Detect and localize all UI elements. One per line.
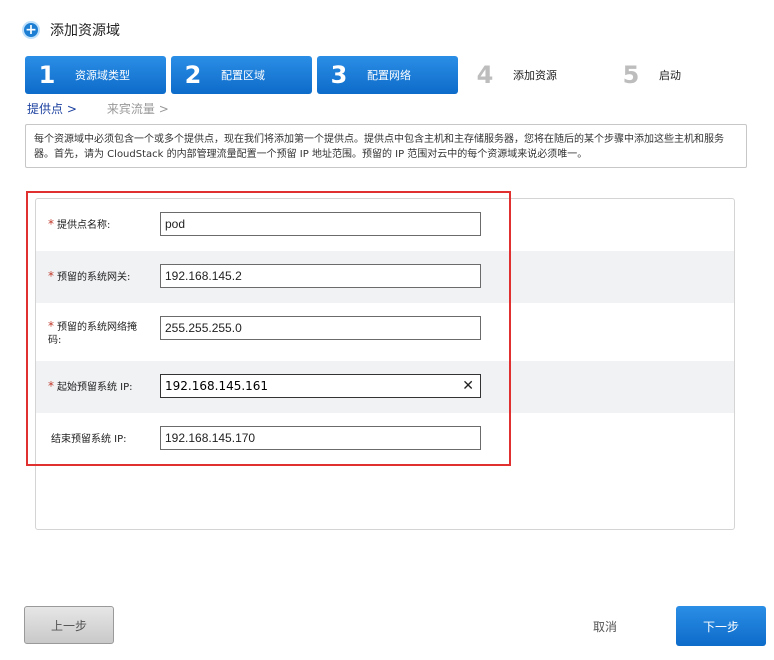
- step-label: 资源域类型: [75, 69, 130, 82]
- step-number: 3: [330, 61, 348, 89]
- step-5: 5 启动: [609, 56, 750, 94]
- step-3[interactable]: 3 配置网络: [317, 56, 458, 94]
- cancel-button[interactable]: 取消: [593, 618, 617, 635]
- wizard-steps: 1 资源域类型 2 配置区域 3 配置网络 4 添加资源 5 启动: [25, 56, 755, 94]
- plus-circle-icon: +: [22, 21, 40, 39]
- step-4: 4 添加资源: [463, 56, 604, 94]
- next-button[interactable]: 下一步: [676, 606, 766, 646]
- dialog-header: + 添加资源域: [22, 20, 120, 40]
- step-label: 配置区域: [221, 69, 265, 82]
- step-label: 配置网络: [367, 69, 411, 82]
- previous-button[interactable]: 上一步: [24, 606, 114, 644]
- step-1[interactable]: 1 资源域类型: [25, 56, 166, 94]
- step-number: 4: [476, 61, 494, 89]
- step-number: 5: [622, 61, 640, 89]
- breadcrumb-pod[interactable]: 提供点 >: [27, 100, 77, 117]
- step-number: 2: [184, 61, 202, 89]
- step-label: 启动: [659, 69, 681, 82]
- breadcrumb-guest-traffic: 来宾流量 >: [106, 102, 169, 116]
- breadcrumb: 提供点 > 来宾流量 >: [27, 100, 169, 117]
- dialog-title: 添加资源域: [50, 23, 120, 39]
- step-2[interactable]: 2 配置区域: [171, 56, 312, 94]
- step-number: 1: [38, 61, 56, 89]
- step-label: 添加资源: [513, 69, 557, 82]
- info-description: 每个资源域中必须包含一个或多个提供点，现在我们将添加第一个提供点。提供点中包含主…: [25, 124, 747, 168]
- highlight-frame: [26, 191, 511, 466]
